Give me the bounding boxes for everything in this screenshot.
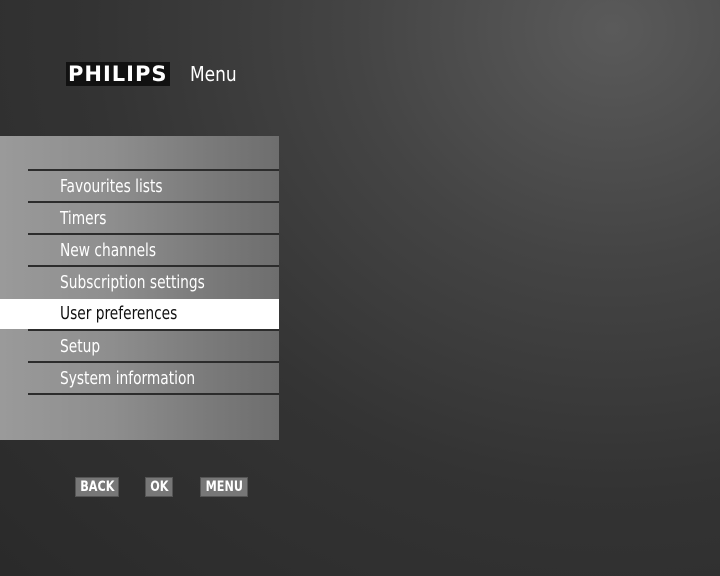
page-title: Menu	[190, 62, 237, 86]
menu-item-timers[interactable]: Timers	[0, 204, 279, 234]
divider	[28, 361, 279, 363]
menu-item-label: Favourites lists	[60, 176, 163, 197]
divider	[28, 169, 279, 171]
menu-item-setup[interactable]: Setup	[0, 332, 279, 362]
menu-item-label: User preferences	[60, 303, 178, 324]
menu-button[interactable]: MENU	[200, 477, 248, 497]
menu-item-favourites-lists[interactable]: Favourites lists	[0, 172, 279, 202]
menu-item-new-channels[interactable]: New channels	[0, 236, 279, 266]
divider	[28, 329, 279, 331]
menu-item-label: New channels	[60, 240, 157, 261]
menu-item-user-preferences[interactable]: User preferences	[0, 299, 279, 329]
back-button[interactable]: BACK	[75, 477, 119, 497]
ok-button[interactable]: OK	[145, 477, 173, 497]
menu-panel: Favourites lists Timers New channels Sub…	[0, 136, 279, 440]
divider	[28, 265, 279, 267]
menu-item-system-information[interactable]: System information	[0, 364, 279, 394]
menu-item-label: Subscription settings	[60, 272, 205, 293]
divider	[28, 201, 279, 203]
back-label: BACK	[80, 479, 115, 495]
menu-item-label: Setup	[60, 336, 101, 357]
menu-item-label: System information	[60, 368, 196, 389]
philips-logo: PHILIPS	[66, 62, 170, 86]
menu-label: MENU	[205, 479, 243, 495]
menu-item-label: Timers	[60, 208, 107, 229]
menu-item-subscription-settings[interactable]: Subscription settings	[0, 268, 279, 298]
divider	[28, 393, 279, 395]
divider	[28, 233, 279, 235]
ok-label: OK	[149, 479, 169, 495]
